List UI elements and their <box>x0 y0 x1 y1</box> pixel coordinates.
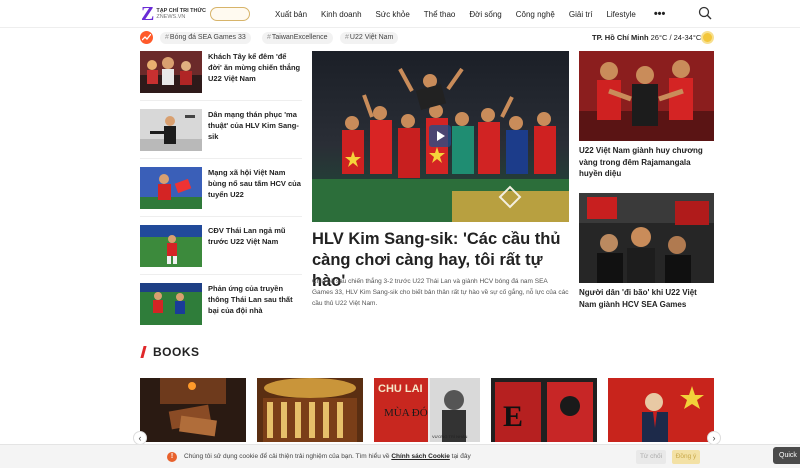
book-card-image[interactable]: CHU LAI MÙA ĐÓ VƯƠNG TRÍ NHÀN <box>374 378 480 442</box>
site-header: Z TẠP CHÍ TRI THỨC ZNEWS.VN Xuất bản Kin… <box>0 0 800 28</box>
book-card-image[interactable] <box>140 378 246 442</box>
cookie-message: Chúng tôi sử dụng cookie để cải thiện tr… <box>184 451 471 463</box>
cookie-text-after: tại đây <box>451 453 471 460</box>
list-item[interactable]: CĐV Thái Lan ngả mũ trước U22 Việt Nam <box>140 225 302 267</box>
list-item[interactable]: Mạng xã hội Việt Nam bùng nổ sau tấm HCV… <box>140 167 302 209</box>
cookie-text: Chúng tôi sử dụng cookie để cải thiện tr… <box>184 453 390 460</box>
tag-label: TaiwanExcellence <box>271 34 328 41</box>
article-title[interactable]: Mạng xã hội Việt Nam bùng nổ sau tấm HCV… <box>208 167 302 209</box>
trending-icon <box>140 31 153 44</box>
book-cover-text: E <box>503 400 523 433</box>
chevron-left-icon[interactable]: ‹ <box>133 431 147 445</box>
nav-item-kinh-doanh[interactable]: Kinh doanh <box>321 10 361 19</box>
hash-glyph: # <box>165 34 169 41</box>
nav-item-doi-song[interactable]: Đời sống <box>469 10 501 19</box>
article-title[interactable]: Khách Tây kể đêm 'để đời' ăn mừng chiến … <box>208 51 302 93</box>
article-thumbnail[interactable] <box>140 51 202 93</box>
nav-item-giai-tri[interactable]: Giải trí <box>569 10 593 19</box>
article-thumbnail[interactable] <box>140 167 202 209</box>
book-card-image[interactable] <box>257 378 363 442</box>
logo-subtitle: ZNEWS.VN <box>156 14 186 20</box>
cookie-policy-link[interactable]: Chính sách Cookie <box>391 453 450 460</box>
hash-glyph: # <box>345 34 349 41</box>
chevron-right-icon[interactable]: › <box>707 431 721 445</box>
logo-mark: Z <box>141 3 155 25</box>
list-item[interactable]: Dân mạng thán phục 'ma thuật' của HLV Ki… <box>140 109 302 151</box>
main-article-summary: Chia sẻ sau chiến thắng 3-2 trước U22 Th… <box>312 278 569 307</box>
cookie-accept-button[interactable]: Đồng ý <box>672 450 700 464</box>
tag-label: U22 Việt Nam <box>349 34 394 41</box>
weather-city: TP. Hồ Chí Minh <box>592 33 649 42</box>
right-article-title[interactable]: Người dân 'đi bão' khi U22 Việt Nam giàn… <box>579 287 715 310</box>
article-title[interactable]: CĐV Thái Lan ngả mũ trước U22 Việt Nam <box>208 225 302 267</box>
book-cover-text: CHU LAI <box>378 383 423 395</box>
divider <box>140 274 302 275</box>
nav-item-suc-khoe[interactable]: Sức khỏe <box>376 10 410 19</box>
tag-u22-viet-nam[interactable]: #U22 Việt Nam <box>340 32 399 44</box>
right-article-title[interactable]: U22 Việt Nam giành huy chương vàng trong… <box>579 145 715 180</box>
hash-glyph: # <box>267 34 271 41</box>
article-thumbnail[interactable] <box>140 225 202 267</box>
nav-item-xuat-ban[interactable]: Xuất bản <box>275 10 307 19</box>
logo-text: TẠP CHÍ TRI THỨC ZNEWS.VN <box>156 8 206 20</box>
main-nav: Xuất bản Kinh doanh Sức khỏe Thể thao Đờ… <box>275 0 679 28</box>
alert-icon: ! <box>167 452 177 462</box>
nav-item-cong-nghe[interactable]: Công nghệ <box>516 10 555 19</box>
cookie-decline-button[interactable]: Từ chối <box>636 450 666 464</box>
right-article-image[interactable] <box>579 51 714 141</box>
list-item[interactable]: Phản ứng của truyền thông Thái Lan sau t… <box>140 283 302 325</box>
book-card-image[interactable]: E <box>491 378 597 442</box>
divider <box>140 216 302 217</box>
books-section-title[interactable]: BOOKS <box>153 345 200 359</box>
quick-button[interactable]: Quick <box>773 447 800 464</box>
nav-item-lifestyle[interactable]: Lifestyle <box>606 10 635 19</box>
divider <box>140 100 302 101</box>
book-cover-text: VƯƠNG TRÍ NHÀN <box>432 434 468 439</box>
book-cover-text: MÙA ĐÓ <box>384 407 428 419</box>
books-section-header: BOOKS <box>140 345 200 359</box>
award-badge <box>210 7 251 21</box>
weather-temp: 26°C / 24-34°C <box>650 33 702 42</box>
trending-bar: #Bóng đá SEA Games 33 #TaiwanExcellence … <box>0 29 800 47</box>
tag-label: Bóng đá SEA Games 33 <box>169 34 246 41</box>
article-title[interactable]: Phản ứng của truyền thông Thái Lan sau t… <box>208 283 302 325</box>
book-card-image[interactable] <box>608 378 714 442</box>
weather-widget: TP. Hồ Chí Minh 26°C / 24-34°C <box>592 31 701 45</box>
right-article-image[interactable] <box>579 193 714 283</box>
article-title[interactable]: Dân mạng thán phục 'ma thuật' của HLV Ki… <box>208 109 302 151</box>
search-icon[interactable] <box>698 6 712 20</box>
divider <box>140 158 302 159</box>
tag-taiwan-excellence[interactable]: #TaiwanExcellence <box>262 32 333 44</box>
play-icon[interactable] <box>429 125 451 147</box>
cookie-banner: ! Chúng tôi sử dụng cookie để cải thiện … <box>0 444 800 468</box>
list-item[interactable]: Khách Tây kể đêm 'để đời' ăn mừng chiến … <box>140 51 302 93</box>
article-thumbnail[interactable] <box>140 283 202 325</box>
sun-icon <box>701 31 714 44</box>
nav-item-the-thao[interactable]: Thể thao <box>424 10 456 19</box>
article-thumbnail[interactable] <box>140 109 202 151</box>
site-logo[interactable]: Z TẠP CHÍ TRI THỨC ZNEWS.VN <box>141 3 251 25</box>
section-accent <box>140 346 147 358</box>
tag-sea-games[interactable]: #Bóng đá SEA Games 33 <box>160 32 251 44</box>
more-menu-icon[interactable]: ••• <box>654 8 666 20</box>
